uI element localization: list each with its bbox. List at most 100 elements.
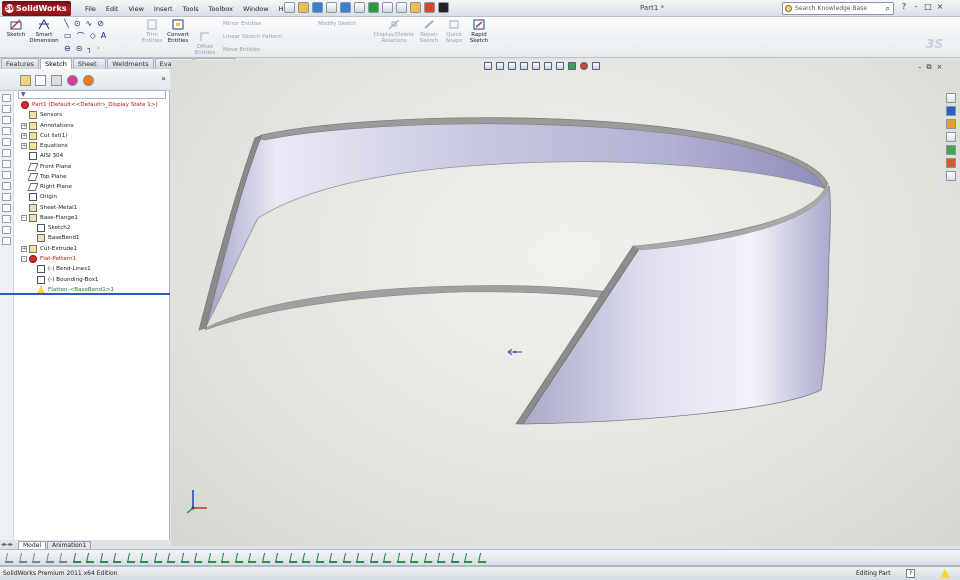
sketch-relation-tool-icon[interactable]	[328, 553, 340, 563]
sketch-relation-tool-icon[interactable]	[85, 553, 97, 563]
repair-sketch-button[interactable]: Repair Sketch	[418, 18, 440, 44]
sheet-metal-part[interactable]	[171, 60, 960, 546]
sketch-relation-tool-icon[interactable]	[99, 553, 110, 563]
feature-tree-item[interactable]: Right Plane	[14, 182, 168, 192]
menu-toolbox[interactable]: Toolbox	[204, 5, 238, 13]
print-icon[interactable]	[326, 2, 337, 13]
linear-sketch-pattern-button[interactable]: Linear Sketch Pattern	[223, 34, 282, 41]
feature-tree-item[interactable]: + Cut-Extrude1	[14, 244, 168, 254]
custom-properties-tab-icon[interactable]	[946, 171, 956, 181]
view-palette-tab-icon[interactable]	[946, 145, 956, 155]
display-style-icon[interactable]	[544, 62, 552, 70]
line-icon[interactable]: ╲	[64, 19, 69, 28]
sketch-relation-tool-icon[interactable]	[207, 553, 218, 563]
sketch-relation-tool-icon[interactable]	[396, 553, 407, 563]
text-icon[interactable]: A	[101, 31, 106, 42]
open-document-icon[interactable]	[298, 2, 309, 13]
options-icon[interactable]	[396, 2, 407, 13]
menu-insert[interactable]: Insert	[149, 5, 178, 13]
viewport-minimize-button[interactable]: –	[918, 63, 922, 72]
select-icon[interactable]	[2, 149, 11, 157]
rebuild-icon[interactable]	[368, 2, 379, 13]
move-entities-button[interactable]: Move Entities	[223, 47, 260, 54]
sketch-relation-tool-icon[interactable]	[166, 553, 178, 563]
lightbulb-icon[interactable]	[410, 2, 421, 13]
new-document-icon[interactable]	[284, 2, 295, 13]
spline-icon[interactable]: ∿	[86, 19, 93, 28]
menu-tools[interactable]: Tools	[178, 5, 204, 13]
slot-icon[interactable]: ⊖	[64, 44, 71, 53]
convert-entities-button[interactable]: Convert Entities	[166, 18, 190, 44]
rectangle-icon[interactable]: ▭	[64, 31, 72, 42]
offset-icon[interactable]	[2, 226, 11, 234]
edit-appearance-icon[interactable]	[568, 62, 576, 70]
trim-entities-button[interactable]: Trim Entities	[140, 18, 164, 44]
display-delete-relations-button[interactable]: Display/Delete Relations	[372, 18, 416, 44]
feature-tree-item[interactable]: + Annotations	[14, 121, 168, 131]
print-icon[interactable]	[2, 127, 11, 135]
origin-marker[interactable]	[507, 348, 522, 356]
feature-tree-item[interactable]: + Cut list(1)	[14, 131, 168, 141]
sketch-relation-tool-icon[interactable]	[58, 553, 70, 563]
sketch-relation-tool-icon[interactable]	[18, 553, 29, 563]
feature-tree-item[interactable]: BaseBend1	[14, 233, 168, 243]
expand-icon[interactable]: +	[21, 132, 27, 139]
feature-tree-item[interactable]: Sketch2	[14, 223, 168, 233]
polygon-icon[interactable]: ⊝	[76, 44, 83, 53]
undo-icon[interactable]	[340, 2, 351, 13]
sketch-relation-tool-icon[interactable]	[261, 553, 272, 563]
arc-icon[interactable]: ⌒	[77, 31, 85, 42]
search-go-icon[interactable]: ⌕	[886, 4, 890, 13]
hide-show-items-icon[interactable]	[556, 62, 564, 70]
sketch-relation-tool-icon[interactable]	[423, 553, 434, 563]
feature-tree-item[interactable]: + Equations	[14, 141, 168, 151]
select-icon[interactable]	[354, 2, 365, 13]
close-button[interactable]: ×	[936, 2, 944, 11]
mirror-icon[interactable]: ⊘	[97, 19, 104, 28]
help-button[interactable]: ?	[900, 2, 908, 11]
circle-icon[interactable]: ⊙	[74, 19, 81, 28]
menu-window[interactable]: Window	[238, 5, 274, 13]
point-icon[interactable]: ·	[97, 44, 100, 53]
help-icon[interactable]	[438, 2, 449, 13]
menu-view[interactable]: View	[123, 5, 148, 13]
tab-sheet-metal[interactable]: Sheet Metal	[72, 58, 107, 78]
open-icon[interactable]	[2, 105, 11, 113]
solidworks-resources-tab-icon[interactable]	[946, 93, 956, 103]
sketch-relation-tool-icon[interactable]	[463, 553, 475, 563]
sketch-relation-tool-icon[interactable]	[409, 553, 421, 563]
feature-tree-item[interactable]: (-) Bend-Lines1	[14, 264, 168, 274]
property-manager-tab-icon[interactable]	[35, 75, 46, 86]
ellipse-icon[interactable]: ◇	[90, 31, 96, 42]
sketch-relation-tool-icon[interactable]	[301, 553, 313, 563]
quick-snaps-button[interactable]: Quick Snaps	[443, 18, 465, 44]
save-icon[interactable]	[2, 116, 11, 124]
modify-sketch-button[interactable]: Modify Sketch	[318, 21, 357, 28]
collapse-icon[interactable]: -	[21, 255, 27, 262]
file-properties-icon[interactable]	[382, 2, 393, 13]
undo-icon[interactable]	[2, 138, 11, 146]
design-library-tab-icon[interactable]	[946, 106, 956, 116]
maximize-button[interactable]: □	[924, 2, 932, 11]
expand-icon[interactable]: +	[21, 245, 27, 252]
previous-view-icon[interactable]	[508, 62, 516, 70]
sketch-relation-tool-icon[interactable]	[45, 553, 56, 563]
sketch-relation-tool-icon[interactable]	[4, 553, 16, 563]
apply-scene-icon[interactable]	[580, 62, 588, 70]
sketch-relation-tool-icon[interactable]	[112, 553, 124, 563]
configuration-manager-tab-icon[interactable]	[51, 75, 62, 86]
rollback-bar[interactable]	[0, 293, 170, 295]
file-explorer-tab-icon[interactable]	[946, 119, 956, 129]
new-icon[interactable]	[2, 94, 11, 102]
solidworks-logo[interactable]: SW SolidWorks	[2, 1, 71, 16]
view-orientation-icon[interactable]	[532, 62, 540, 70]
sketch-relation-tool-icon[interactable]	[220, 553, 232, 563]
feature-manager-tab-icon[interactable]	[20, 75, 31, 86]
feature-tree-item[interactable]: - Base-Flange1	[14, 213, 168, 223]
feature-tree-item[interactable]: - Flat-Pattern1	[14, 254, 168, 264]
sketch-relation-tool-icon[interactable]	[153, 553, 164, 563]
sketch-relation-tool-icon[interactable]	[193, 553, 205, 563]
sketch-relation-tool-icon[interactable]	[355, 553, 367, 563]
minimize-button[interactable]: -	[912, 2, 920, 11]
dimxpert-manager-tab-icon[interactable]	[67, 75, 78, 86]
